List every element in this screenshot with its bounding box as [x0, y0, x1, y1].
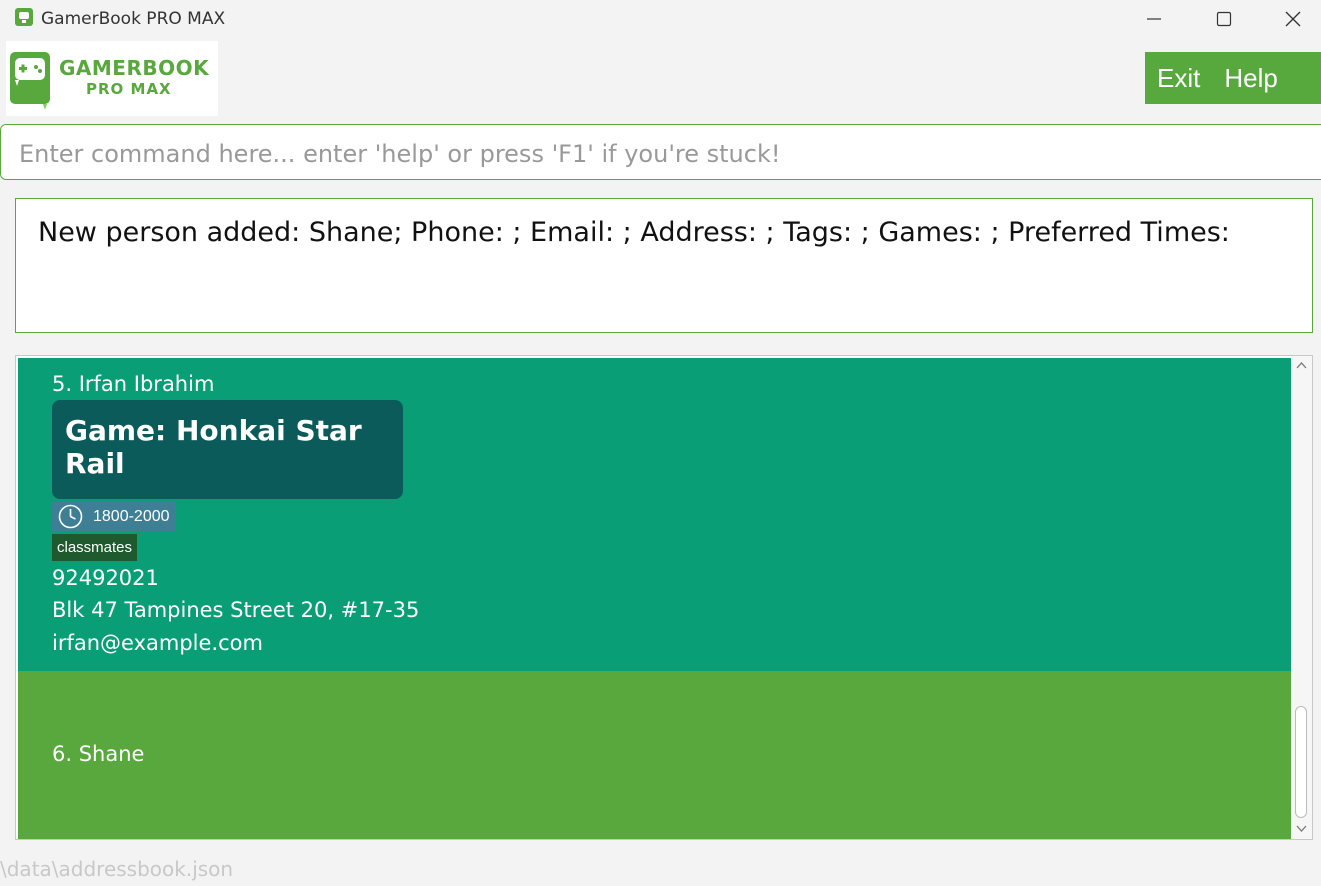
chevron-up-icon	[1296, 362, 1307, 369]
menu-exit[interactable]: Exit	[1145, 63, 1212, 94]
scroll-up-button[interactable]	[1295, 359, 1308, 372]
command-box	[0, 124, 1321, 180]
person-address: Blk 47 Tampines Street 20, #17-35	[52, 598, 420, 622]
person-email: irfan@example.com	[52, 631, 263, 655]
menu-bar: Exit Help	[1145, 52, 1321, 104]
result-text: New person added: Shane; Phone: ; Email:…	[38, 217, 1230, 248]
scroll-down-button[interactable]	[1295, 822, 1308, 835]
header: GAMERBOOK PRO MAX Exit Help	[0, 38, 1321, 116]
minimize-button[interactable]	[1119, 0, 1189, 38]
preferred-time-chip: 1800-2000	[52, 501, 176, 532]
logo-subtitle: PRO MAX	[86, 80, 172, 98]
window-title: GamerBook PRO MAX	[41, 9, 226, 29]
result-display: New person added: Shane; Phone: ; Email:…	[15, 198, 1313, 333]
game-label: Game: Honkai Star Rail	[65, 414, 362, 480]
tag-chip: classmates	[52, 534, 138, 561]
menu-help[interactable]: Help	[1212, 63, 1289, 94]
gamepad-logo-icon	[10, 52, 50, 110]
command-input[interactable]	[17, 135, 1301, 173]
person-phone: 92492021	[52, 566, 159, 590]
minimize-icon	[1147, 18, 1161, 20]
maximize-icon	[1216, 11, 1232, 27]
status-file-path: \data\addressbook.json	[0, 857, 234, 881]
app-icon	[15, 8, 33, 26]
chevron-down-icon	[1296, 825, 1307, 832]
logo-title: GAMERBOOK	[59, 56, 210, 80]
maximize-button[interactable]	[1189, 0, 1259, 38]
game-card: Game: Honkai Star Rail	[52, 400, 403, 499]
close-icon	[1285, 11, 1301, 27]
clock-icon	[58, 504, 83, 529]
person-list[interactable]: 5. Irfan Ibrahim Game: Honkai Star Rail …	[15, 355, 1313, 840]
person-card[interactable]: 5. Irfan Ibrahim Game: Honkai Star Rail …	[18, 358, 1291, 671]
person-card[interactable]: 6. Shane	[18, 671, 1291, 839]
person-name: 5. Irfan Ibrahim	[52, 372, 215, 396]
preferred-time: 1800-2000	[93, 508, 170, 525]
close-button[interactable]	[1258, 0, 1321, 38]
logo: GAMERBOOK PRO MAX	[6, 41, 218, 116]
person-name: 6. Shane	[52, 742, 145, 766]
vertical-scrollbar[interactable]	[1291, 356, 1312, 839]
scroll-thumb[interactable]	[1295, 706, 1307, 818]
title-bar: GamerBook PRO MAX	[0, 0, 1321, 38]
